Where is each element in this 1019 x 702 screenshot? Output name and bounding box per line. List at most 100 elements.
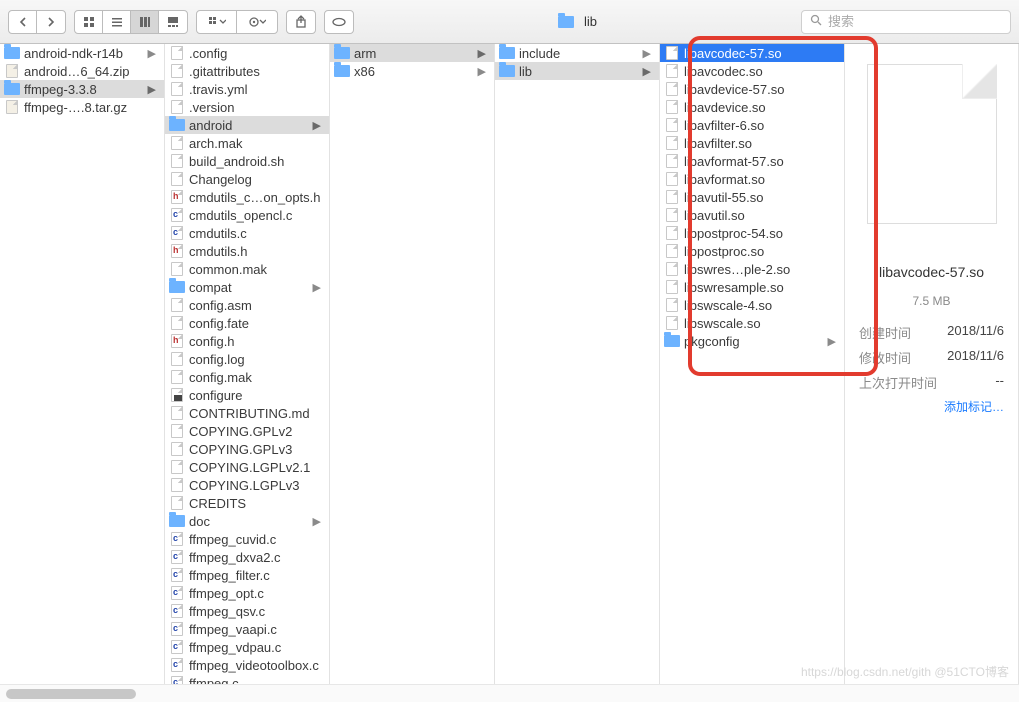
view-icon-grid[interactable]	[75, 11, 103, 33]
list-item[interactable]: ffmpeg-3.3.8▶	[0, 80, 164, 98]
list-item[interactable]: build_android.sh	[165, 152, 329, 170]
tags-button[interactable]	[324, 10, 354, 34]
list-item[interactable]: compat▶	[165, 278, 329, 296]
list-item[interactable]: ffmpeg_vdpau.c	[165, 638, 329, 656]
search-input[interactable]	[828, 14, 1004, 29]
list-item[interactable]: COPYING.LGPLv3	[165, 476, 329, 494]
list-item[interactable]: COPYING.GPLv2	[165, 422, 329, 440]
list-item[interactable]: CREDITS	[165, 494, 329, 512]
list-item[interactable]: .version	[165, 98, 329, 116]
file-icon	[169, 531, 185, 547]
item-label: common.mak	[189, 262, 325, 277]
list-item[interactable]: libavformat.so	[660, 170, 844, 188]
list-item[interactable]: lib▶	[495, 62, 659, 80]
file-icon	[169, 369, 185, 385]
list-item[interactable]: cmdutils.c	[165, 224, 329, 242]
list-item[interactable]: config.fate	[165, 314, 329, 332]
column-5[interactable]: libavcodec-57.solibavcodec.solibavdevice…	[660, 44, 845, 684]
list-item[interactable]: libswresample.so	[660, 278, 844, 296]
list-item[interactable]: libavdevice.so	[660, 98, 844, 116]
nav-back-forward	[8, 10, 66, 34]
item-label: config.log	[189, 352, 325, 367]
list-item[interactable]: ffmpeg_videotoolbox.c	[165, 656, 329, 674]
list-item[interactable]: doc▶	[165, 512, 329, 530]
list-item[interactable]: libswscale.so	[660, 314, 844, 332]
list-item[interactable]: config.h	[165, 332, 329, 350]
horizontal-scrollbar[interactable]	[0, 684, 1019, 702]
list-item[interactable]: libavformat-57.so	[660, 152, 844, 170]
list-item[interactable]: android…6_64.zip	[0, 62, 164, 80]
list-item[interactable]: config.asm	[165, 296, 329, 314]
column-3[interactable]: arm▶x86▶	[330, 44, 495, 684]
list-item[interactable]: ffmpeg_filter.c	[165, 566, 329, 584]
arrange-button[interactable]	[197, 11, 237, 33]
scroll-thumb[interactable]	[6, 689, 136, 699]
column-1[interactable]: android-ndk-r14b▶android…6_64.zipffmpeg-…	[0, 44, 165, 684]
list-item[interactable]: libavcodec-57.so	[660, 44, 844, 62]
item-label: COPYING.GPLv3	[189, 442, 325, 457]
folder-icon	[664, 333, 680, 349]
item-label: android	[189, 118, 313, 133]
list-item[interactable]: arch.mak	[165, 134, 329, 152]
list-item[interactable]: libavdevice-57.so	[660, 80, 844, 98]
list-item[interactable]: libswres…ple-2.so	[660, 260, 844, 278]
list-item[interactable]: common.mak	[165, 260, 329, 278]
file-icon	[169, 153, 185, 169]
back-button[interactable]	[9, 11, 37, 33]
list-item[interactable]: ffmpeg_cuvid.c	[165, 530, 329, 548]
item-label: libavfilter.so	[684, 136, 840, 151]
list-item[interactable]: COPYING.GPLv3	[165, 440, 329, 458]
list-item[interactable]: ffmpeg.c	[165, 674, 329, 684]
share-button[interactable]	[286, 10, 316, 34]
list-item[interactable]: .travis.yml	[165, 80, 329, 98]
list-item[interactable]: configure	[165, 386, 329, 404]
list-item[interactable]: cmdutils_opencl.c	[165, 206, 329, 224]
view-gallery[interactable]	[159, 11, 187, 33]
list-item[interactable]: include▶	[495, 44, 659, 62]
file-icon	[169, 387, 185, 403]
list-item[interactable]: libpostproc-54.so	[660, 224, 844, 242]
list-item[interactable]: libavcodec.so	[660, 62, 844, 80]
meta-created: 创建时间2018/11/6	[853, 320, 1010, 345]
add-tag-link[interactable]: 添加标记…	[944, 398, 1004, 415]
list-item[interactable]: arm▶	[330, 44, 494, 62]
action-button[interactable]	[237, 11, 277, 33]
list-item[interactable]: libavfilter-6.so	[660, 116, 844, 134]
list-item[interactable]: libavfilter.so	[660, 134, 844, 152]
list-item[interactable]: config.log	[165, 350, 329, 368]
list-item[interactable]: cmdutils_c…on_opts.h	[165, 188, 329, 206]
list-item[interactable]: android▶	[165, 116, 329, 134]
item-label: libpostproc.so	[684, 244, 840, 259]
list-item[interactable]: ffmpeg-….8.tar.gz	[0, 98, 164, 116]
list-item[interactable]: ffmpeg_vaapi.c	[165, 620, 329, 638]
file-icon	[169, 567, 185, 583]
item-label: libavdevice.so	[684, 100, 840, 115]
list-item[interactable]: CONTRIBUTING.md	[165, 404, 329, 422]
list-item[interactable]: Changelog	[165, 170, 329, 188]
chevron-right-icon: ▶	[313, 119, 325, 132]
file-icon	[169, 621, 185, 637]
list-item[interactable]: android-ndk-r14b▶	[0, 44, 164, 62]
list-item[interactable]: libavutil-55.so	[660, 188, 844, 206]
list-item[interactable]: COPYING.LGPLv2.1	[165, 458, 329, 476]
list-item[interactable]: pkgconfig▶	[660, 332, 844, 350]
list-item[interactable]: config.mak	[165, 368, 329, 386]
list-item[interactable]: ffmpeg_dxva2.c	[165, 548, 329, 566]
forward-button[interactable]	[37, 11, 65, 33]
list-item[interactable]: x86▶	[330, 62, 494, 80]
list-item[interactable]: ffmpeg_opt.c	[165, 584, 329, 602]
list-item[interactable]: libswscale-4.so	[660, 296, 844, 314]
list-item[interactable]: libpostproc.so	[660, 242, 844, 260]
column-4[interactable]: include▶lib▶	[495, 44, 660, 684]
file-icon	[664, 189, 680, 205]
column-2[interactable]: .config.gitattributes.travis.yml.version…	[165, 44, 330, 684]
view-columns[interactable]	[131, 11, 159, 33]
list-item[interactable]: .gitattributes	[165, 62, 329, 80]
search-field[interactable]	[801, 10, 1011, 34]
view-list[interactable]	[103, 11, 131, 33]
list-item[interactable]: libavutil.so	[660, 206, 844, 224]
list-item[interactable]: .config	[165, 44, 329, 62]
list-item[interactable]: cmdutils.h	[165, 242, 329, 260]
item-label: cmdutils.c	[189, 226, 325, 241]
list-item[interactable]: ffmpeg_qsv.c	[165, 602, 329, 620]
